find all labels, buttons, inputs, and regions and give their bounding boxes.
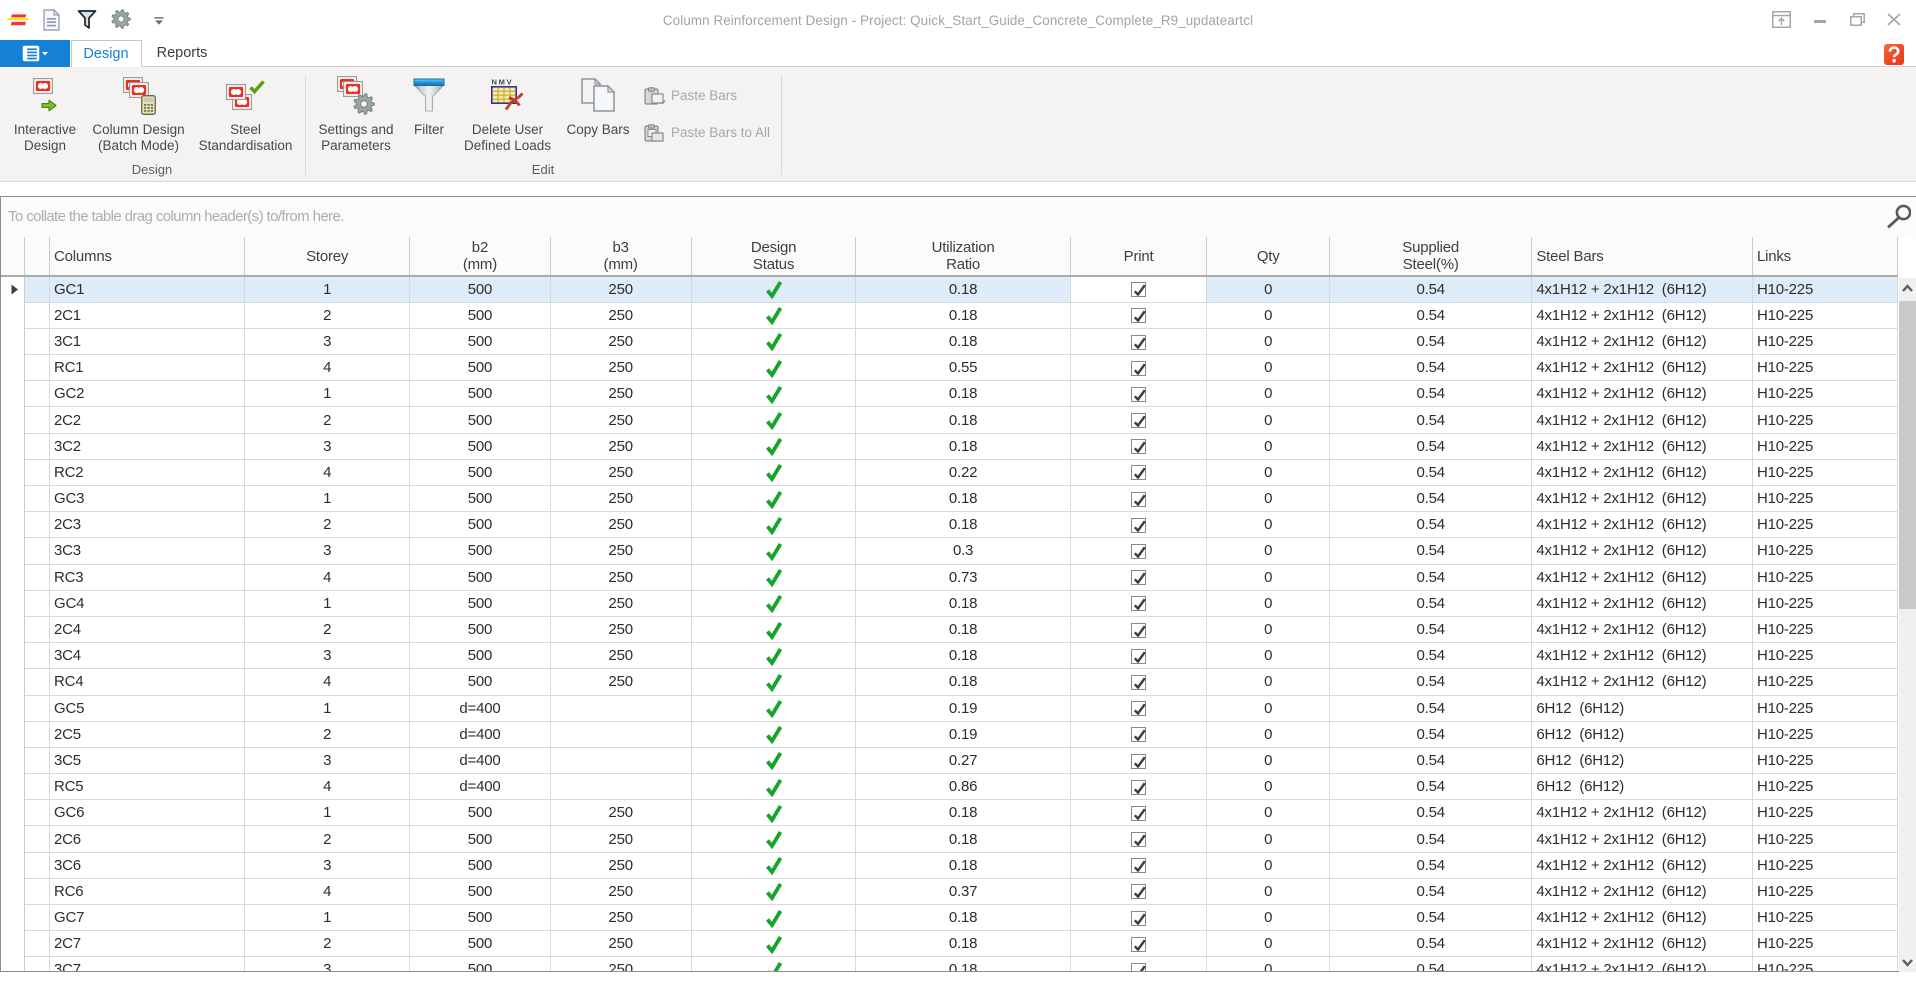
- svg-text:NMV: NMV: [492, 78, 514, 87]
